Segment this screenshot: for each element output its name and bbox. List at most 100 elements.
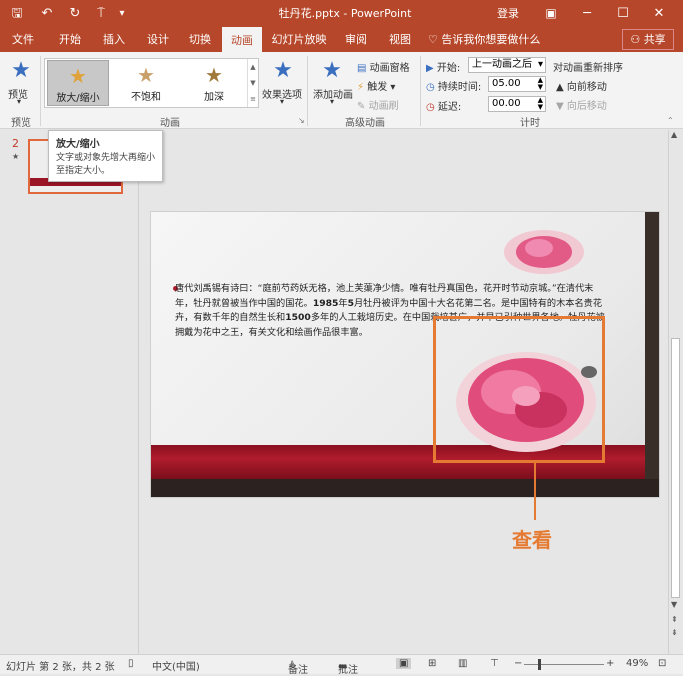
- tab-slideshow[interactable]: 幻灯片放映: [266, 27, 332, 52]
- brick-edge: [645, 212, 659, 497]
- tell-me-search[interactable]: ♡ 告诉我你想要做什么: [428, 27, 558, 52]
- trigger-button[interactable]: ⚡ 触发 ▾: [357, 78, 395, 93]
- start-select[interactable]: 上一动画之后 ▾: [468, 57, 546, 73]
- ribbon: ★ 预览 ▾ 预览 ★ 放大/缩小 ★ 不饱和 ★ 加深 ▲ ▼ ≡ ★ 效果选项 …: [0, 52, 683, 129]
- present-icon[interactable]: ⍑: [92, 0, 110, 27]
- thumbnail-number: 2: [12, 137, 19, 150]
- zoom-level[interactable]: 49%: [626, 658, 648, 669]
- customize-qat-icon[interactable]: ▾: [116, 0, 128, 27]
- start-label: ▶ 开始:: [426, 63, 461, 74]
- move-later-button[interactable]: ▼ 向后移动: [556, 97, 607, 112]
- add-animation-dropdown-icon[interactable]: ▾: [330, 97, 334, 106]
- tab-animations[interactable]: 动画: [222, 27, 262, 52]
- star-icon: ★: [137, 63, 155, 87]
- animation-pane-button[interactable]: ▤ 动画窗格: [357, 59, 410, 74]
- close-icon[interactable]: ✕: [648, 0, 670, 27]
- user-icon: ⚇: [630, 33, 641, 46]
- tab-design[interactable]: 设计: [138, 27, 178, 52]
- delay-label: ◷ 延迟:: [426, 102, 462, 113]
- tab-home[interactable]: 开始: [50, 27, 90, 52]
- group-advanced-label: 高级动画: [345, 118, 385, 129]
- tab-file[interactable]: 文件: [6, 27, 40, 52]
- share-label: 共享: [643, 33, 666, 46]
- small-peony-image: [504, 230, 584, 274]
- lightbulb-icon: ♡: [428, 33, 438, 46]
- dark-band: [151, 479, 659, 497]
- maximize-icon[interactable]: ☐: [612, 0, 634, 27]
- animation-desaturate[interactable]: ★ 不饱和: [115, 60, 177, 106]
- ribbon-tabs: 文件 开始 插入 设计 切换 动画 幻灯片放映 审阅 视图 ♡ 告诉我你想要做什…: [0, 27, 683, 52]
- divider: [307, 56, 308, 126]
- prev-slide-icon[interactable]: ⇞: [671, 615, 678, 624]
- preview-icon[interactable]: ★: [10, 60, 32, 82]
- tooltip: 放大/缩小 文字或对象先增大再缩小至指定大小。: [48, 130, 163, 182]
- chevron-down-icon: ▾: [537, 59, 543, 70]
- divider: [420, 56, 421, 126]
- duration-label: ◷ 持续时间:: [426, 82, 482, 93]
- slide-sorter-icon[interactable]: ⊞: [428, 658, 436, 669]
- slideshow-view-icon[interactable]: ⊤: [490, 658, 499, 669]
- fit-slide-icon[interactable]: ⊡: [658, 658, 666, 669]
- zoom-out-icon[interactable]: −: [514, 658, 522, 669]
- zoom-in-icon[interactable]: +: [606, 658, 614, 669]
- zoom-slider[interactable]: [524, 664, 604, 665]
- tab-review[interactable]: 审阅: [336, 27, 376, 52]
- window-title: 牡丹花.pptx - PowerPoint: [278, 7, 412, 20]
- share-button[interactable]: ⚇ 共享: [622, 29, 674, 50]
- animation-painter-button[interactable]: ✎ 动画刷: [357, 97, 399, 112]
- animation-darken[interactable]: ★ 加深: [183, 60, 245, 106]
- highlight-box: [433, 316, 605, 463]
- tab-insert[interactable]: 插入: [94, 27, 134, 52]
- group-preview-label: 预览: [11, 118, 31, 129]
- spinner-icon[interactable]: ▲ ▼: [538, 77, 543, 91]
- duration-input[interactable]: 05.00 ▲ ▼: [488, 76, 546, 92]
- normal-view-icon[interactable]: ▣: [396, 658, 412, 669]
- vertical-scrollbar[interactable]: ▲ ▼ ⇞ ⇟: [668, 130, 683, 654]
- add-animation-icon[interactable]: ★: [320, 60, 344, 82]
- save-icon[interactable]: 🖫: [6, 0, 28, 27]
- group-timing-label: 计时: [520, 118, 540, 129]
- dialog-launcher-icon[interactable]: ↘: [298, 116, 305, 125]
- redo-icon[interactable]: ↻: [66, 0, 84, 27]
- ribbon-display-icon[interactable]: ▣: [540, 0, 562, 27]
- play-icon: ▶: [426, 63, 434, 74]
- animation-marker-icon: ★: [12, 152, 20, 161]
- login-button[interactable]: 登录: [490, 0, 526, 27]
- tab-transitions[interactable]: 切换: [180, 27, 220, 52]
- divider: [40, 56, 41, 126]
- delay-input[interactable]: 00.00 ▲ ▼: [488, 96, 546, 112]
- tooltip-title: 放大/缩小: [56, 139, 100, 150]
- clock-icon: ◷: [426, 102, 435, 113]
- scroll-thumb[interactable]: [671, 338, 680, 598]
- lightning-icon: ⚡: [357, 82, 365, 93]
- spinner-icon[interactable]: ▲ ▼: [538, 97, 543, 111]
- brush-icon: ✎: [357, 101, 366, 112]
- spellcheck-icon[interactable]: ▯: [128, 658, 134, 669]
- scroll-down-icon[interactable]: ▼: [671, 600, 677, 609]
- clock-icon: ◷: [426, 82, 435, 93]
- animation-grow-shrink[interactable]: ★ 放大/缩小: [47, 60, 109, 106]
- status-bar: 幻灯片 第 2 张，共 2 张 ▯ 中文(中国) ≜ 备注 ▬ 批注 ▣ ⊞ ▥…: [0, 654, 683, 676]
- scroll-up-icon[interactable]: ▲: [671, 130, 677, 139]
- down-arrow-icon: ▼: [556, 101, 564, 112]
- move-earlier-button[interactable]: ▲ 向前移动: [556, 78, 607, 93]
- preview-dropdown-icon[interactable]: ▾: [17, 97, 21, 106]
- gallery-scroll[interactable]: ▲ ▼ ≡: [247, 59, 258, 107]
- next-slide-icon[interactable]: ⇟: [671, 628, 678, 637]
- effect-options-dropdown-icon[interactable]: ▾: [280, 97, 284, 106]
- pane-icon: ▤: [357, 63, 367, 74]
- star-icon: ★: [205, 63, 223, 87]
- group-animation-label: 动画: [160, 118, 180, 129]
- reorder-title: 对动画重新排序: [553, 63, 623, 74]
- reading-view-icon[interactable]: ▥: [458, 658, 467, 669]
- tell-me-text: 告诉我你想要做什么: [441, 33, 541, 46]
- callout-label: 查看: [512, 528, 552, 552]
- effect-options-icon[interactable]: ★: [272, 60, 294, 82]
- tab-view[interactable]: 视图: [380, 27, 420, 52]
- collapse-ribbon-icon[interactable]: ⌃: [667, 116, 674, 125]
- zoom-slider-thumb[interactable]: [538, 659, 541, 670]
- slide-thumbnail-pane: [0, 130, 139, 654]
- language-status[interactable]: 中文(中国): [152, 658, 200, 673]
- minimize-icon[interactable]: ─: [576, 0, 598, 27]
- undo-icon[interactable]: ↶: [38, 0, 56, 27]
